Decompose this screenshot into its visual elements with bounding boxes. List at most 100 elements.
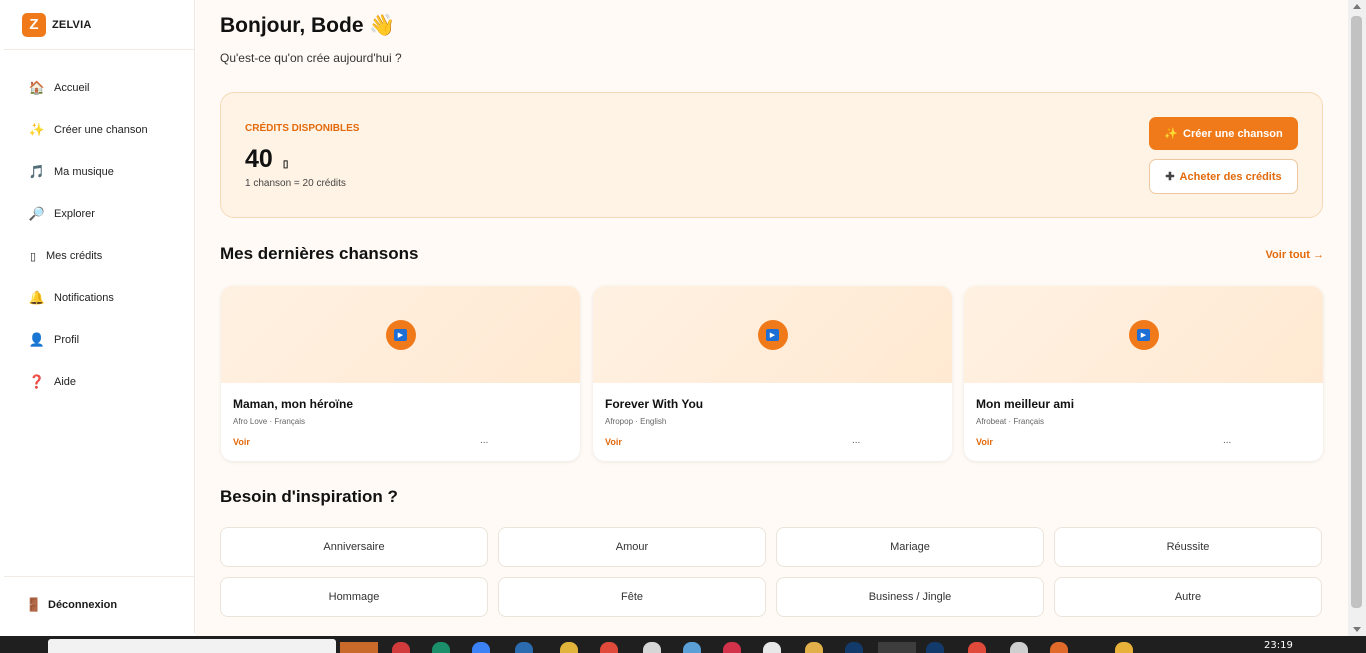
page-title: Bonjour, Bode 👋	[220, 14, 396, 37]
credits-value: 40	[245, 145, 273, 173]
sidebar-item-profil[interactable]: 👤 Profil	[4, 319, 194, 361]
taskbar-app-icon[interactable]	[472, 642, 490, 653]
sparkles-icon: ✨	[28, 122, 46, 137]
taskbar-app-icon[interactable]	[643, 642, 661, 653]
taskbar-app-icon[interactable]	[845, 642, 863, 653]
sidebar: Z ZELVIA 🏠 Accueil ✨ Créer une chanson 🎵…	[4, 0, 195, 633]
credits-card: CRÉDITS DISPONIBLES 40 ▯ 1 chanson = 20 …	[220, 92, 1323, 218]
sidebar-item-ma-musique[interactable]: 🎵 Ma musique	[4, 151, 194, 193]
play-button[interactable]: ▶	[757, 319, 788, 350]
song-card[interactable]: ▶ Mon meilleur ami Afrobeat · Français V…	[964, 286, 1323, 461]
sidebar-item-mes-credits[interactable]: ▯ Mes crédits	[4, 235, 194, 277]
sidebar-item-label: Créer une chanson	[54, 124, 148, 136]
door-icon: 🚪	[25, 597, 43, 612]
taskbar-app-icon[interactable]	[1010, 642, 1028, 653]
song-view-link[interactable]: Voir	[976, 437, 993, 447]
song-title: Maman, mon héroïne	[233, 397, 354, 411]
brand-name: ZELVIA	[52, 18, 92, 31]
recent-songs-title: Mes dernières chansons	[220, 244, 419, 263]
inspiration-chip-hommage[interactable]: Hommage	[220, 577, 488, 617]
taskbar-app-icon[interactable]	[763, 642, 781, 653]
sidebar-item-label: Accueil	[54, 82, 90, 94]
song-card[interactable]: ▶ Forever With You Afropop · English Voi…	[593, 286, 952, 461]
sidebar-item-label: Notifications	[54, 292, 114, 304]
create-song-button[interactable]: ✨ Créer une chanson	[1149, 117, 1298, 150]
taskbar-app-icon[interactable]	[600, 642, 618, 653]
inspiration-chip-reussite[interactable]: Réussite	[1054, 527, 1322, 567]
song-card[interactable]: ▶ Maman, mon héroïne Afro Love · Françai…	[221, 286, 580, 461]
sidebar-item-explorer[interactable]: 🔎 Explorer	[4, 193, 194, 235]
scroll-down-arrow-icon[interactable]	[1353, 627, 1361, 632]
song-cover: ▶	[221, 286, 580, 383]
song-view-link[interactable]: Voir	[233, 437, 250, 447]
sidebar-item-notifications[interactable]: 🔔 Notifications	[4, 277, 194, 319]
play-button[interactable]: ▶	[385, 319, 416, 350]
taskbar-app-icon[interactable]	[432, 642, 450, 653]
play-button[interactable]: ▶	[1128, 319, 1159, 350]
taskbar-app-icon[interactable]	[723, 642, 741, 653]
sidebar-item-label: Aide	[54, 376, 77, 388]
credits-count: 40 ▯	[245, 145, 288, 174]
taskbar-app-icon[interactable]	[515, 642, 533, 653]
taskbar-clock[interactable]: 23:19	[1264, 640, 1293, 651]
song-meta: Afropop · English	[605, 417, 667, 426]
taskbar-app-icon[interactable]	[968, 642, 986, 653]
brand[interactable]: Z ZELVIA	[4, 0, 194, 50]
scroll-thumb[interactable]	[1351, 16, 1362, 608]
vertical-scrollbar[interactable]	[1348, 0, 1366, 636]
more-options-button[interactable]: ...	[1223, 435, 1231, 446]
see-all-link[interactable]: Voir tout →	[1266, 249, 1324, 261]
more-options-button[interactable]: ...	[852, 435, 860, 446]
inspiration-chip-autre[interactable]: Autre	[1054, 577, 1322, 617]
play-icon: ▶	[766, 328, 779, 341]
inspiration-chip-business-jingle[interactable]: Business / Jingle	[776, 577, 1044, 617]
buy-credits-button[interactable]: ✚ Acheter des crédits	[1149, 159, 1298, 194]
taskbar-app-icon[interactable]	[926, 642, 944, 653]
inspiration-chip-amour[interactable]: Amour	[498, 527, 766, 567]
user-icon: 👤	[28, 332, 46, 347]
home-icon: 🏠	[28, 80, 46, 95]
magnifier-icon: 🔎	[28, 206, 46, 221]
taskbar-app-icon[interactable]	[878, 642, 916, 653]
taskbar-app-icon[interactable]	[392, 642, 410, 653]
buy-credits-label: Acheter des crédits	[1179, 170, 1282, 183]
plus-icon: ✚	[1165, 171, 1175, 183]
song-title: Mon meilleur ami	[976, 397, 1075, 411]
play-icon: ▶	[394, 328, 407, 341]
inspiration-chip-mariage[interactable]: Mariage	[776, 527, 1044, 567]
sidebar-item-aide[interactable]: ❓ Aide	[4, 361, 194, 403]
taskbar-app-icon[interactable]	[560, 642, 578, 653]
sidebar-item-label: Profil	[54, 334, 80, 346]
taskbar-app-icon[interactable]	[1050, 642, 1068, 653]
sidebar-item-creer-une-chanson[interactable]: ✨ Créer une chanson	[4, 109, 194, 151]
scroll-up-arrow-icon[interactable]	[1353, 4, 1361, 9]
credits-note: 1 chanson = 20 crédits	[245, 178, 346, 189]
page-subtitle: Qu'est-ce qu'on crée aujourd'hui ?	[220, 51, 402, 65]
sidebar-item-label: Explorer	[54, 208, 95, 220]
more-options-button[interactable]: ...	[480, 435, 488, 446]
taskbar-app-icon[interactable]	[340, 642, 378, 653]
sidebar-item-accueil[interactable]: 🏠 Accueil	[4, 67, 194, 109]
coin-icon: ▯	[29, 250, 37, 263]
song-view-link[interactable]: Voir	[605, 437, 622, 447]
taskbar-search[interactable]	[48, 639, 336, 653]
main-content: Bonjour, Bode 👋 Qu'est-ce qu'on crée auj…	[196, 0, 1348, 636]
create-song-label: Créer une chanson	[1183, 127, 1283, 140]
sidebar-item-label: Mes crédits	[46, 250, 103, 262]
song-cover: ▶	[964, 286, 1323, 383]
song-meta: Afrobeat · Français	[976, 417, 1045, 426]
inspiration-chip-fete[interactable]: Fête	[498, 577, 766, 617]
logout-label: Déconnexion	[48, 599, 118, 611]
taskbar-app-icon[interactable]	[805, 642, 823, 653]
taskbar-app-icon[interactable]	[1115, 642, 1133, 653]
song-title: Forever With You	[605, 397, 704, 411]
song-meta: Afro Love · Français	[233, 417, 306, 426]
sidebar-nav: 🏠 Accueil ✨ Créer une chanson 🎵 Ma musiq…	[4, 67, 194, 403]
song-cover: ▶	[593, 286, 952, 383]
taskbar-app-icon[interactable]	[683, 642, 701, 653]
logout-button[interactable]: 🚪 Déconnexion	[4, 576, 194, 633]
inspiration-title: Besoin d'inspiration ?	[220, 487, 398, 506]
play-icon: ▶	[1137, 328, 1150, 341]
inspiration-chip-anniversaire[interactable]: Anniversaire	[220, 527, 488, 567]
sparkles-icon: ✨	[1164, 128, 1179, 140]
